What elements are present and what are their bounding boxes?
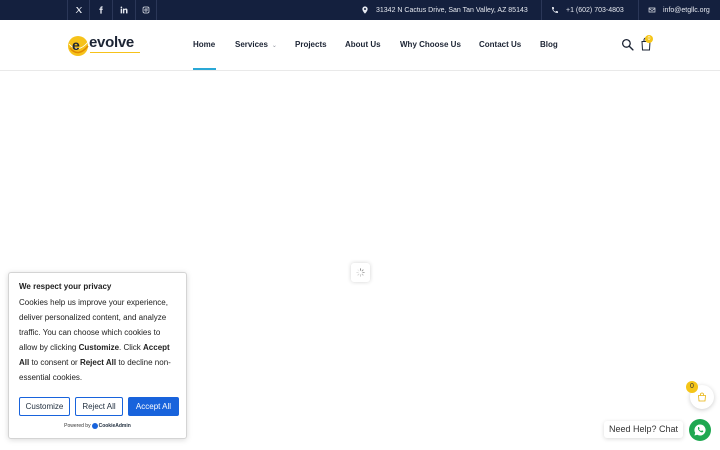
nav-why-choose-us[interactable]: Why Choose Us <box>400 40 461 49</box>
nav-why-label: Why Choose Us <box>400 40 461 49</box>
logo-tagline-line <box>90 52 140 53</box>
top-bar: 31342 N Cactus Drive, San Tan Valley, AZ… <box>0 0 720 20</box>
nav-about-label: About Us <box>345 40 381 49</box>
whatsapp-chat-button[interactable] <box>689 419 711 441</box>
cookieadmin-logo[interactable]: CookieAdmin <box>91 423 131 429</box>
chat-label[interactable]: Need Help? Chat <box>604 421 684 438</box>
reject-all-button[interactable]: Reject All <box>75 397 123 416</box>
powered-by: Powered by CookieAdmin <box>9 423 186 429</box>
phone-icon <box>552 7 558 13</box>
cart-count-badge: 0 <box>645 35 653 43</box>
cookie-text-part: . Click <box>119 343 144 352</box>
divider <box>638 0 639 20</box>
cookie-description: Cookies help us improve your experience,… <box>19 295 176 385</box>
active-nav-indicator <box>193 68 216 70</box>
nav-blog[interactable]: Blog <box>540 40 558 49</box>
nav-about-us[interactable]: About Us <box>345 40 381 49</box>
nav-contact-us[interactable]: Contact Us <box>479 40 521 49</box>
phone-item[interactable]: +1 (602) 703-4803 <box>551 0 624 20</box>
address-text: 31342 N Cactus Drive, San Tan Valley, AZ… <box>376 6 528 14</box>
nav-services[interactable]: Services ⌄ <box>235 40 277 49</box>
cookie-consent-banner: We respect your privacy Cookies help us … <box>8 272 187 439</box>
divider <box>541 0 542 20</box>
logo[interactable]: e evolve <box>67 32 143 58</box>
loading-spinner <box>351 263 370 282</box>
cookie-text-bold: Reject All <box>79 358 117 367</box>
cookie-title: We respect your privacy <box>19 282 112 291</box>
phone-text: +1 (602) 703-4803 <box>566 6 624 14</box>
instagram-icon[interactable] <box>135 0 157 20</box>
nav-projects-label: Projects <box>295 40 327 49</box>
address-item: 31342 N Cactus Drive, San Tan Valley, AZ… <box>361 0 528 20</box>
cookie-buttons: Customize Reject All Accept All <box>19 397 179 416</box>
email-item[interactable]: info@etgllc.org <box>648 0 710 20</box>
accept-all-button[interactable]: Accept All <box>128 397 179 416</box>
facebook-icon[interactable] <box>89 0 112 20</box>
x-icon[interactable] <box>67 0 89 20</box>
nav-projects[interactable]: Projects <box>295 40 327 49</box>
nav-home[interactable]: Home <box>193 40 215 49</box>
linkedin-icon[interactable] <box>112 0 135 20</box>
envelope-icon <box>648 7 656 13</box>
nav-home-label: Home <box>193 40 216 49</box>
whatsapp-icon <box>694 424 706 436</box>
svg-text:e: e <box>72 37 80 53</box>
cookie-text-part: to consent or <box>29 358 80 367</box>
chevron-down-icon: ⌄ <box>271 43 277 49</box>
nav-contact-label: Contact Us <box>479 40 522 49</box>
shopping-bag-icon <box>698 392 706 402</box>
email-text: info@etgllc.org <box>663 6 710 14</box>
powered-by-text: Powered by <box>64 423 91 429</box>
logo-text: evolve <box>89 34 134 51</box>
cookie-icon <box>91 423 98 429</box>
cookieadmin-brand: CookieAdmin <box>98 423 131 429</box>
cookie-text-bold: Customize <box>78 343 120 352</box>
spinner-icon <box>356 268 365 277</box>
search-icon[interactable] <box>621 38 634 51</box>
site-header: e evolve Home Services ⌄ Projects About U… <box>0 20 720 71</box>
nav-blog-label: Blog <box>540 40 558 49</box>
customize-button[interactable]: Customize <box>19 397 70 416</box>
nav-services-label: Services <box>235 40 268 49</box>
floating-cart-count: 0 <box>686 381 698 393</box>
location-pin-icon <box>362 6 368 14</box>
